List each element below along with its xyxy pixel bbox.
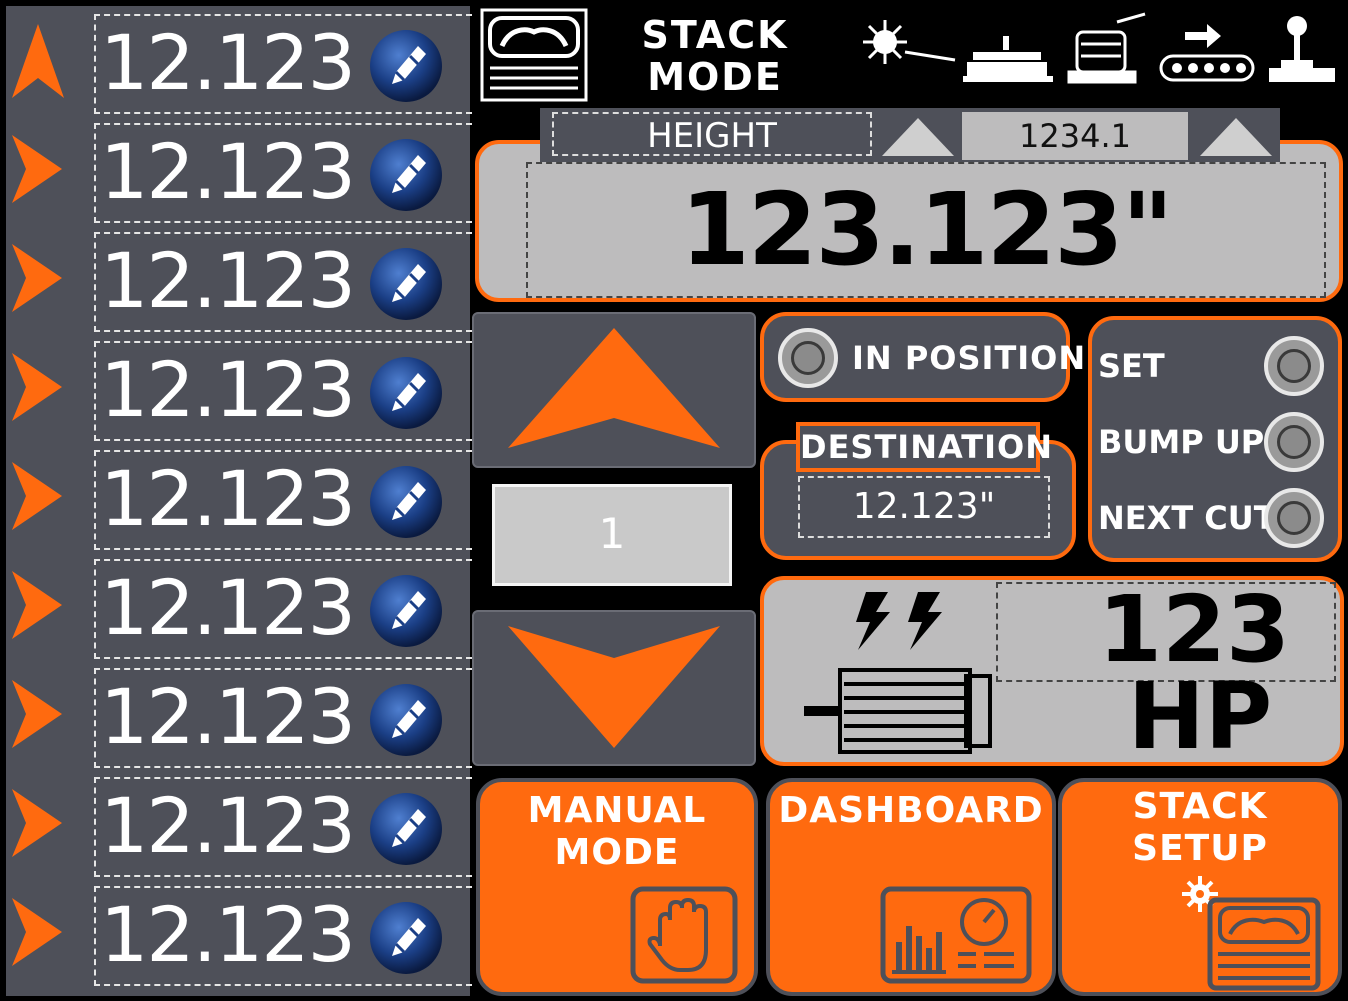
step-active-arrow-icon	[12, 24, 64, 98]
step-row[interactable]: 12.123	[6, 551, 472, 659]
step-list: 12.123 12.123 12.123 12.123 12.123 12.123 12.1…	[6, 6, 472, 996]
step-row[interactable]: 12.123	[6, 224, 472, 332]
bump-up-label: BUMP UP	[1098, 423, 1265, 461]
page-title-line1: STACK	[641, 13, 789, 57]
set-button[interactable]	[1264, 336, 1324, 396]
step-value-field[interactable]: 12.123	[94, 559, 472, 659]
step-value: 12.123	[100, 890, 356, 979]
step-row[interactable]: 12.123	[6, 115, 472, 223]
step-value-field[interactable]: 12.123	[94, 450, 472, 550]
in-position-lamp	[778, 328, 838, 388]
stack-setup-button[interactable]: STACK SETUP	[1058, 778, 1342, 996]
edit-pencil-icon[interactable]	[366, 680, 446, 760]
jog-step-input[interactable]: 1	[492, 484, 732, 586]
stack-setup-icon	[1182, 876, 1321, 991]
step-arrow-icon	[12, 353, 62, 421]
destination-value: 12.123"	[798, 476, 1050, 538]
dashboard-button[interactable]: DASHBOARD	[766, 778, 1056, 996]
step-arrow-icon	[12, 135, 62, 203]
conveyor-icon	[1159, 24, 1255, 82]
motor-icon	[804, 592, 992, 754]
step-value: 12.123	[100, 781, 356, 870]
jog-up-button[interactable]	[472, 312, 756, 468]
step-value-field[interactable]: 12.123	[94, 886, 472, 986]
step-value: 12.123	[100, 127, 356, 216]
manual-mode-line1: MANUAL	[527, 790, 707, 831]
edit-pencil-icon[interactable]	[366, 135, 446, 215]
dashboard-icon	[880, 886, 1032, 984]
edit-pencil-icon[interactable]	[366, 789, 446, 869]
stack-setup-line1: STACK	[1132, 786, 1268, 827]
step-value: 12.123	[100, 345, 356, 434]
step-value: 12.123	[100, 18, 356, 107]
height-label: HEIGHT	[552, 112, 872, 156]
arrow-down-icon	[508, 626, 720, 748]
arrow-up-icon	[508, 328, 720, 448]
hand-icon	[630, 886, 738, 984]
step-row[interactable]: 12.123	[6, 878, 472, 986]
step-row[interactable]: 12.123	[6, 660, 472, 768]
jog-down-button[interactable]	[472, 610, 756, 766]
step-arrow-icon	[12, 244, 62, 312]
spool-icon	[1067, 12, 1146, 84]
manual-mode-button[interactable]: MANUAL MODE	[476, 778, 758, 996]
setpoint-increase-button[interactable]	[1196, 114, 1276, 158]
step-value: 12.123	[100, 236, 356, 325]
edit-pencil-icon[interactable]	[366, 462, 446, 542]
next-cut-label: NEXT CUT	[1098, 499, 1276, 537]
step-arrow-icon	[12, 898, 62, 966]
step-row[interactable]: 12.123	[6, 333, 472, 441]
laser-icon	[863, 20, 956, 64]
next-cut-button[interactable]	[1264, 488, 1324, 548]
step-arrow-icon	[12, 571, 62, 639]
edit-pencil-icon[interactable]	[366, 898, 446, 978]
dashboard-label: DASHBOARD	[778, 790, 1044, 831]
height-setpoint-field[interactable]: 1234.1	[962, 112, 1188, 160]
gear-icon	[1182, 876, 1218, 912]
edit-pencil-icon[interactable]	[366, 571, 446, 651]
step-value-field[interactable]: 12.123	[94, 123, 472, 223]
step-arrow-icon	[12, 462, 62, 530]
bed-icon	[963, 36, 1053, 82]
step-value: 12.123	[100, 563, 356, 652]
motor-unit: HP	[1127, 663, 1273, 770]
step-arrow-icon	[12, 789, 62, 857]
destination-label: DESTINATION	[796, 422, 1052, 472]
step-value-field[interactable]: 12.123	[94, 668, 472, 768]
page-title: STACK MODE	[600, 14, 830, 98]
step-value-field[interactable]: 12.123	[94, 777, 472, 877]
manual-mode-line2: MODE	[554, 832, 680, 873]
step-value: 12.123	[100, 454, 356, 543]
stack-setup-line2: SETUP	[1132, 828, 1268, 869]
in-position-label: IN POSITION	[852, 339, 1087, 377]
joystick-icon	[1269, 16, 1335, 82]
edit-pencil-icon[interactable]	[366, 244, 446, 324]
step-value-field[interactable]: 12.123	[94, 14, 472, 114]
page-title-line2: MODE	[647, 55, 783, 99]
step-row[interactable]: 12.123	[6, 6, 472, 114]
bump-up-button[interactable]	[1264, 412, 1324, 472]
step-value: 12.123	[100, 672, 356, 761]
step-value-field[interactable]: 12.123	[94, 232, 472, 332]
step-row[interactable]: 12.123	[6, 769, 472, 877]
edit-pencil-icon[interactable]	[366, 26, 446, 106]
machine-status-icons	[863, 12, 1335, 84]
edit-pencil-icon[interactable]	[366, 353, 446, 433]
stack-mode-icon	[480, 8, 588, 102]
step-arrow-icon	[12, 680, 62, 748]
set-label: SET	[1098, 347, 1165, 385]
step-row[interactable]: 12.123	[6, 442, 472, 550]
height-increase-button[interactable]	[878, 114, 958, 158]
step-value-field[interactable]: 12.123	[94, 341, 472, 441]
height-readout: 123.123"	[680, 171, 1174, 288]
